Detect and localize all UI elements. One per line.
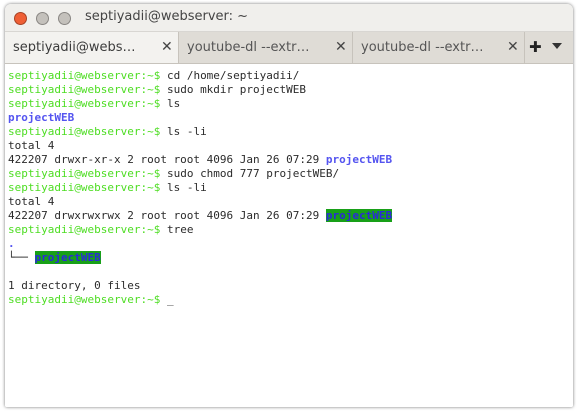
close-window-button[interactable] <box>14 12 27 25</box>
tab-list-chevron-down-icon[interactable] <box>552 43 562 49</box>
terminal-line: septiyadii@webserver:~$ ls -li <box>8 181 207 195</box>
terminal-text: └── <box>8 251 35 264</box>
terminal-line: 422207 drwxr-xr-x 2 root root 4096 Jan 2… <box>8 153 392 167</box>
terminal-line: septiyadii@webserver:~$ ls <box>8 97 180 111</box>
terminal-text: ls -li <box>160 125 207 138</box>
shell-prompt: septiyadii@webserver:~$ <box>8 293 161 306</box>
maximize-window-button[interactable] <box>58 12 71 25</box>
shell-prompt: septiyadii@webserver:~$ <box>8 125 161 138</box>
tab-close-icon[interactable]: ✕ <box>507 39 519 55</box>
terminal-text: 1 directory, 0 files <box>8 279 141 292</box>
tab-label: youtube-dl --extr… <box>187 40 310 55</box>
terminal-text: tree <box>160 223 194 236</box>
directory-name: projectWEB <box>325 153 393 166</box>
tab-close-icon[interactable]: ✕ <box>335 39 347 55</box>
directory-name-highlighted: projectWEB <box>325 209 393 222</box>
shell-prompt: septiyadii@webserver:~$ <box>8 69 161 82</box>
terminal-text: sudo chmod 777 projectWEB/ <box>160 167 340 180</box>
terminal-text: 422207 drwxrwxrwx 2 root root 4096 Jan 2… <box>8 209 326 222</box>
directory-name: projectWEB <box>8 111 75 124</box>
directory-name-highlighted: projectWEB <box>34 251 101 264</box>
tab-youtube-dl-2[interactable]: youtube-dl --extr… ✕ <box>353 32 525 63</box>
terminal-line: └── projectWEB <box>8 251 101 265</box>
terminal-line: 1 directory, 0 files <box>8 279 140 293</box>
terminal-text: total 4 <box>8 195 55 208</box>
terminal-output[interactable]: septiyadii@webserver:~$ cd /home/septiya… <box>5 64 573 407</box>
shell-prompt: septiyadii@webserver:~$ <box>8 223 161 236</box>
tab-label: septiyadii@webs… <box>13 40 136 55</box>
terminal-line: septiyadii@webserver:~$ tree <box>8 223 193 237</box>
terminal-window: septiyadii@webserver: ~ septiyadii@webs…… <box>5 4 573 407</box>
terminal-text: cd /home/septiyadii/ <box>160 69 300 82</box>
terminal-line: septiyadii@webserver:~$ _ <box>8 293 174 307</box>
text-cursor: _ <box>166 293 174 306</box>
terminal-line: projectWEB <box>8 111 74 125</box>
tab-septiyadii[interactable]: septiyadii@webs… ✕ <box>5 32 179 63</box>
terminal-line: total 4 <box>8 139 54 153</box>
tab-label: youtube-dl --extr… <box>361 40 484 55</box>
tab-close-icon[interactable]: ✕ <box>161 39 173 55</box>
terminal-line: septiyadii@webserver:~$ ls -li <box>8 125 207 139</box>
terminal-text: ls <box>160 97 181 110</box>
shell-prompt: septiyadii@webserver:~$ <box>8 167 161 180</box>
shell-prompt: septiyadii@webserver:~$ <box>8 181 161 194</box>
terminal-text: sudo mkdir projectWEB <box>160 83 307 96</box>
terminal-text: ls -li <box>160 181 207 194</box>
new-tab-plus-icon[interactable]: ✚ <box>529 38 542 56</box>
terminal-line: septiyadii@webserver:~$ sudo chmod 777 p… <box>8 167 339 181</box>
terminal-line: septiyadii@webserver:~$ cd /home/septiya… <box>8 69 299 83</box>
terminal-text: total 4 <box>8 139 55 152</box>
minimize-window-button[interactable] <box>36 12 49 25</box>
window-title: septiyadii@webserver: ~ <box>85 9 249 24</box>
shell-prompt: septiyadii@webserver:~$ <box>8 83 161 96</box>
terminal-text: 422207 drwxr-xr-x 2 root root 4096 Jan 2… <box>8 153 326 166</box>
terminal-line: . <box>8 237 15 251</box>
title-bar[interactable]: septiyadii@webserver: ~ <box>5 4 573 32</box>
tab-youtube-dl-1[interactable]: youtube-dl --extr… ✕ <box>179 32 353 63</box>
terminal-line: septiyadii@webserver:~$ sudo mkdir proje… <box>8 83 306 97</box>
shell-prompt: septiyadii@webserver:~$ <box>8 97 161 110</box>
terminal-line: 422207 drwxrwxrwx 2 root root 4096 Jan 2… <box>8 209 393 223</box>
terminal-line: total 4 <box>8 195 54 209</box>
tab-bar: septiyadii@webs… ✕ youtube-dl --extr… ✕ … <box>5 32 573 64</box>
directory-name: . <box>8 237 15 250</box>
